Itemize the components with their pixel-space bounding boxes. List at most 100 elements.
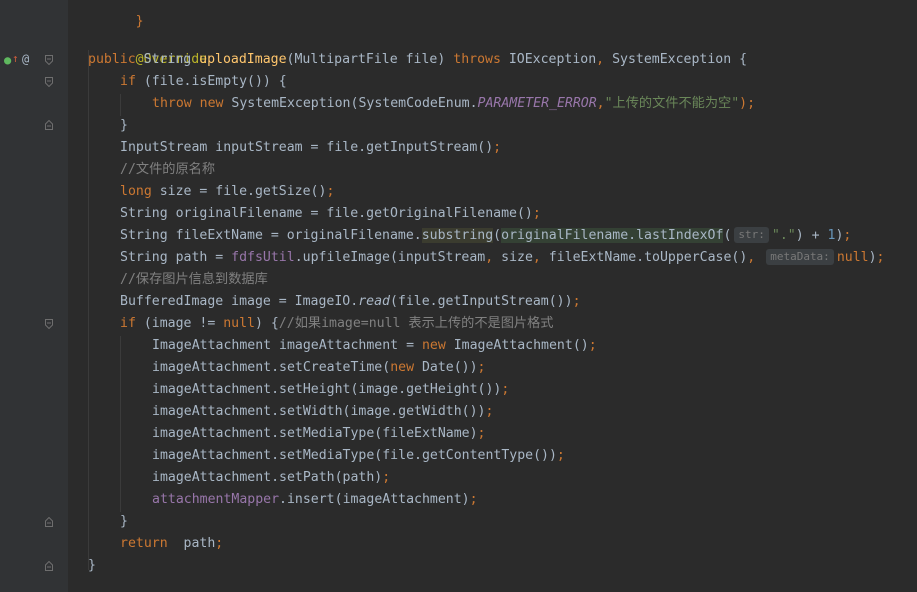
keyword: if: [120, 316, 136, 331]
code-line: imageAttachment.setMediaType(file.getCon…: [152, 445, 565, 467]
field: fdfsUtil: [231, 250, 295, 265]
code-line: @Override: [88, 27, 207, 67]
paren: (: [493, 228, 502, 243]
paren: ): [868, 250, 877, 265]
editor-gutter: ● ↑ @: [0, 0, 68, 592]
statement: ImageAttachment imageAttachment =: [152, 338, 422, 353]
comma: ,: [485, 250, 494, 265]
brace: }: [120, 118, 128, 133]
enum-constant: PARAMETER_ERROR: [477, 96, 597, 111]
comma: ,: [596, 52, 605, 67]
statement: (file.getInputStream()): [389, 294, 573, 309]
up-arrow-icon[interactable]: ↑: [12, 52, 19, 66]
statement: imageAttachment.setMediaType(fileExtName…: [152, 426, 478, 441]
fold-end-marker-icon[interactable]: [45, 120, 53, 130]
semicolon: );: [739, 96, 756, 111]
semicolon: ;: [493, 140, 502, 155]
parameter-hint: metaData:: [766, 249, 834, 265]
code-line: //保存图片信息到数据库: [120, 269, 268, 291]
params: (MultipartFile file): [286, 52, 454, 67]
keyword: public: [88, 52, 136, 67]
comment: //文件的原名称: [120, 162, 216, 177]
fold-end-marker-icon[interactable]: [45, 561, 53, 571]
code-line: imageAttachment.setPath(path);: [152, 467, 390, 489]
semicolon: ;: [588, 338, 597, 353]
exception-type: IOException: [500, 52, 597, 67]
keyword: new: [421, 338, 446, 353]
highlighted-call: substring: [421, 228, 494, 243]
semicolon: ;: [326, 184, 335, 199]
comment: //保存图片信息到数据库: [120, 272, 268, 287]
static-method: read: [358, 294, 390, 309]
code-line: String originalFilename = file.getOrigin…: [120, 203, 541, 225]
code-line: if (image != null) {//如果image=null 表示上传的…: [120, 313, 553, 335]
code-line: ImageAttachment imageAttachment = new Im…: [152, 335, 597, 357]
keyword: null: [223, 316, 255, 331]
fold-marker-icon[interactable]: [45, 319, 53, 329]
code-line: imageAttachment.setHeight(image.getHeigh…: [152, 379, 509, 401]
statement: String originalFilename = file.getOrigin…: [120, 206, 533, 221]
semicolon: ;: [876, 250, 885, 265]
code-line: imageAttachment.setMediaType(fileExtName…: [152, 423, 485, 445]
statement: imageAttachment.setCreateTime(: [152, 360, 391, 375]
statement: ImageAttachment(): [445, 338, 589, 353]
semicolon: ;: [532, 206, 541, 221]
keyword: new: [390, 360, 415, 375]
code-area[interactable]: } @Override public String uploadImage(Mu…: [88, 0, 917, 592]
keyword: throws: [453, 52, 501, 67]
semicolon: ;: [501, 382, 510, 397]
code-line: }: [120, 115, 128, 137]
code-line: String path = fdfsUtil.upfileImage(input…: [120, 247, 884, 269]
condition: (image !=: [135, 316, 224, 331]
argument: size: [493, 250, 533, 265]
brace: }: [88, 558, 96, 573]
condition: (file.isEmpty()) {: [135, 74, 287, 89]
semicolon: ;: [477, 360, 486, 375]
field: attachmentMapper: [152, 492, 280, 507]
statement: imageAttachment.setHeight(image.getHeigh…: [152, 382, 502, 397]
fold-end-marker-icon[interactable]: [45, 517, 53, 527]
code-line: }: [88, 555, 96, 577]
fold-marker-icon[interactable]: [45, 55, 53, 65]
statement: .upfileImage(inputStream: [294, 250, 486, 265]
parameter-hint: str:: [734, 227, 769, 243]
statement: imageAttachment.setMediaType(file.getCon…: [152, 448, 557, 463]
exception-type: SystemException {: [604, 52, 748, 67]
code-line: throw new SystemException(SystemCodeEnum…: [152, 93, 755, 115]
comma: ,: [747, 250, 756, 265]
semicolon: ;: [556, 448, 565, 463]
code-line: InputStream inputStream = file.getInputS…: [120, 137, 501, 159]
code-line: long size = file.getSize();: [120, 181, 334, 203]
code-editor[interactable]: ● ↑ @ } @Override public String uploadIm…: [0, 0, 917, 592]
statement: imageAttachment.setPath(path): [152, 470, 383, 485]
semicolon: ;: [485, 404, 494, 419]
keyword: if: [120, 74, 136, 89]
keyword: null: [836, 250, 869, 265]
statement: InputStream inputStream = file.getInputS…: [120, 140, 494, 155]
return-type: String: [135, 52, 200, 67]
comment: //如果image=null 表示上传的不是图片格式: [278, 316, 554, 331]
highlighted-call: originalFilename.lastIndexOf: [501, 228, 724, 243]
code-line: imageAttachment.setWidth(image.getWidth(…: [152, 401, 493, 423]
code-line: }: [120, 511, 128, 533]
code-line: imageAttachment.setCreateTime(new Date()…: [152, 357, 486, 379]
code-line: attachmentMapper.insert(imageAttachment)…: [152, 489, 478, 511]
expression: ) +: [795, 228, 828, 243]
statement: String fileExtName = originalFilename.: [120, 228, 422, 243]
statement: path: [167, 536, 216, 551]
condition: ) {: [255, 316, 279, 331]
fold-marker-icon[interactable]: [45, 77, 53, 87]
brace: }: [120, 514, 128, 529]
code-line: }: [88, 0, 144, 29]
semicolon: ;: [215, 536, 224, 551]
statement: imageAttachment.setWidth(image.getWidth(…: [152, 404, 486, 419]
paren: (: [723, 228, 732, 243]
code-line: if (file.isEmpty()) {: [120, 71, 287, 93]
string-literal: "上传的文件不能为空": [604, 96, 740, 111]
keyword: long: [120, 184, 152, 199]
statement: size = file.getSize(): [151, 184, 327, 199]
override-icon[interactable]: @: [22, 52, 29, 66]
argument: fileExtName.toUpperCase(): [540, 250, 748, 265]
implement-arrow-icon[interactable]: ●: [4, 53, 11, 67]
string-literal: ".": [771, 228, 796, 243]
